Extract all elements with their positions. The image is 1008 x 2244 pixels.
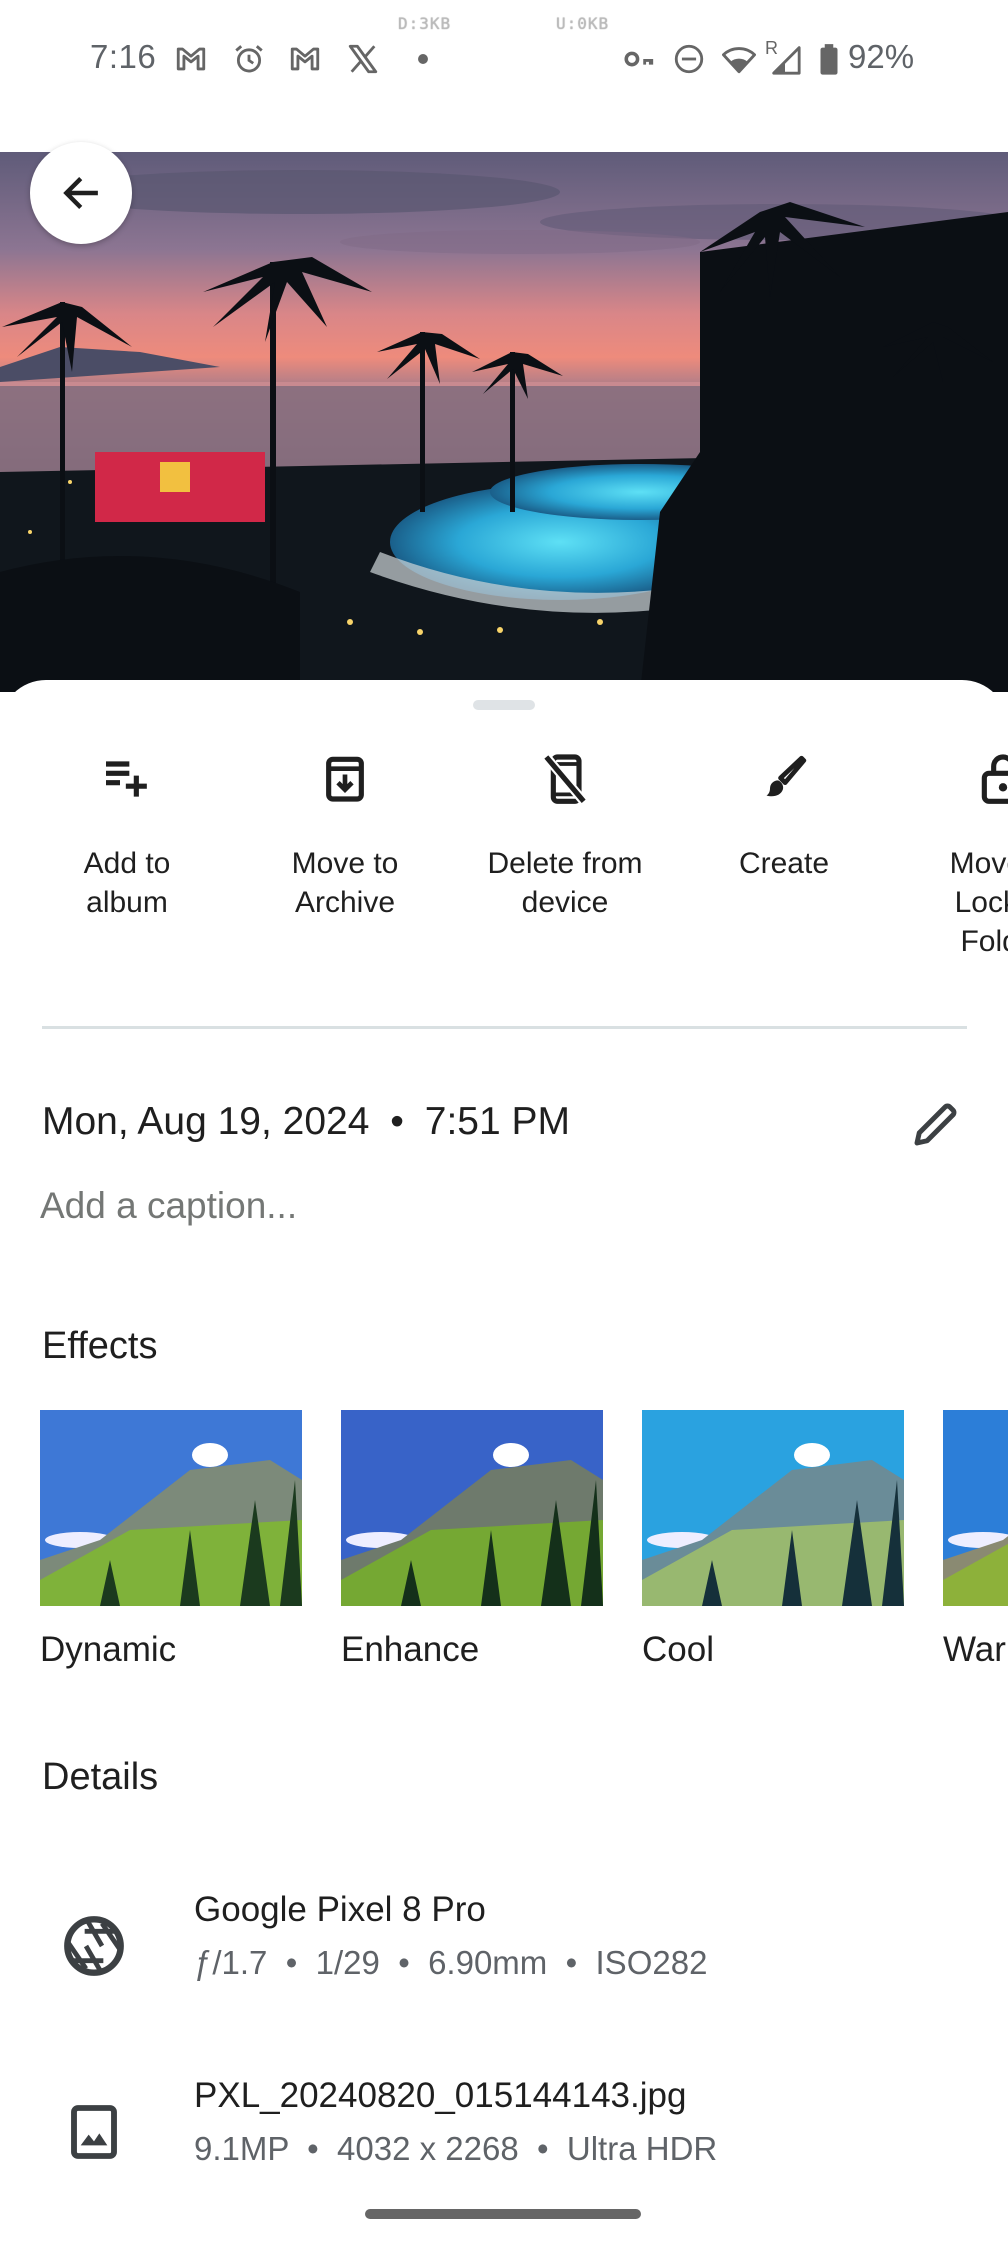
mountain-thumbnail — [341, 1410, 603, 1606]
effects-carousel: Dynamic Enhance Cool War — [0, 1410, 1008, 1670]
home-indicator[interactable] — [365, 2209, 641, 2219]
file-detail-row: PXL_20240820_015144143.jpg 9.1MP • 4032 … — [0, 2074, 1008, 2204]
notification-dot-icon — [418, 54, 428, 64]
effect-warm[interactable]: Warm — [943, 1410, 1008, 1670]
divider — [42, 1026, 967, 1029]
effect-label: Warm — [943, 1630, 1008, 1669]
effect-label: Enhance — [341, 1630, 480, 1669]
effect-thumbnail — [642, 1410, 904, 1606]
delete-from-device-button[interactable]: Delete from device — [465, 750, 665, 922]
effect-label: Cool — [642, 1630, 714, 1669]
battery-percent: 92% — [848, 38, 915, 75]
gmail-icon — [290, 47, 320, 71]
effect-thumbnail — [943, 1410, 1008, 1606]
effect-thumbnail — [40, 1410, 302, 1606]
file-name: PXL_20240820_015144143.jpg — [194, 2076, 687, 2115]
image-icon — [71, 2105, 117, 2159]
effect-dynamic[interactable]: Dynamic — [40, 1410, 302, 1670]
effect-cool[interactable]: Cool — [642, 1410, 904, 1670]
photo-preview[interactable] — [0, 152, 1008, 692]
effect-thumbnail — [341, 1410, 603, 1606]
effects-title: Effects — [42, 1325, 158, 1367]
gmail-icon — [176, 47, 206, 71]
upload-rate: U:0KB — [556, 14, 610, 33]
action-label: Create — [738, 847, 830, 880]
move-to-archive-button[interactable]: Move to Archive — [245, 750, 445, 922]
brush-icon — [766, 755, 807, 797]
action-label: Delete from device — [487, 847, 643, 919]
status-bar: 7:16 D:3KB U:0KB R 92% — [0, 0, 1008, 110]
camera-model: Google Pixel 8 Pro — [194, 1890, 486, 1929]
move-to-locked-folder-button[interactable]: Move toLockedFolder — [903, 750, 1008, 961]
lock-icon — [981, 754, 1008, 804]
status-time: 7:16 — [90, 38, 157, 75]
create-button[interactable]: Create — [684, 750, 884, 883]
drag-handle[interactable] — [473, 700, 535, 710]
photo-sunset-resort — [0, 152, 1008, 692]
mountain-thumbnail — [40, 1410, 302, 1606]
mobile-off-icon — [542, 753, 588, 805]
vpn-key-icon — [624, 51, 654, 67]
photo-date: Mon, Aug 19, 2024 — [42, 1100, 370, 1143]
effect-enhance[interactable]: Enhance — [341, 1410, 603, 1670]
download-rate: D:3KB — [398, 14, 452, 33]
alarm-icon — [235, 45, 263, 73]
camera-aperture-icon — [64, 1916, 124, 1976]
x-app-icon — [348, 44, 378, 74]
caption-input[interactable] — [40, 1185, 940, 1227]
details-title: Details — [42, 1756, 159, 1798]
date-time: Mon, Aug 19, 2024 • 7:51 PM — [42, 1100, 570, 1144]
mountain-thumbnail — [642, 1410, 904, 1606]
effect-label: Dynamic — [40, 1630, 177, 1669]
camera-settings: ƒ/1.7 • 1/29 • 6.90mm • ISO282 — [194, 1944, 708, 1981]
photo-time: 7:51 PM — [424, 1100, 571, 1143]
battery-icon — [820, 44, 838, 75]
wifi-icon — [722, 47, 756, 74]
playlist-add-icon — [106, 761, 147, 797]
back-button[interactable] — [30, 142, 132, 244]
cell-signal-roaming-icon — [772, 46, 801, 75]
separator: • — [390, 1100, 404, 1143]
file-info: 9.1MP • 4032 x 2268 • Ultra HDR — [194, 2130, 718, 2167]
arrow-back-icon — [63, 177, 98, 209]
action-row: Add to album Move to Archive Delete from de… — [0, 750, 1008, 1010]
action-label: Move toLockedFolder — [949, 847, 1008, 958]
edit-date-pencil-icon[interactable] — [908, 1098, 962, 1152]
mountain-thumbnail — [943, 1410, 1008, 1606]
archive-icon — [326, 756, 364, 802]
action-label: Add to album — [83, 847, 171, 919]
action-label: Move to Archive — [291, 847, 399, 919]
add-to-album-button[interactable]: Add to album — [27, 750, 227, 922]
photo-info-sheet: Add to album Move to Archive Delete from de… — [0, 680, 1008, 2244]
do-not-disturb-icon — [674, 44, 704, 74]
camera-detail-row: Google Pixel 8 Pro ƒ/1.7 • 1/29 • 6.90mm… — [0, 1888, 1008, 2018]
